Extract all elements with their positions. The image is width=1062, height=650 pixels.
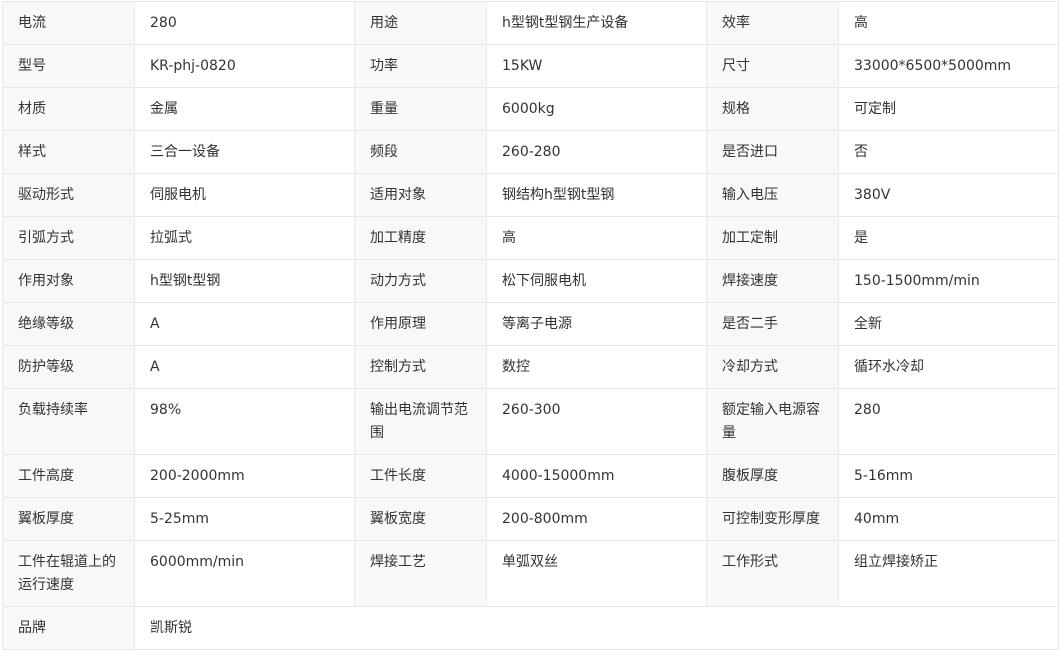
spec-value: 松下伺服电机 [486, 259, 707, 303]
spec-label: 腹板厚度 [706, 454, 839, 498]
spec-label: 焊接速度 [706, 259, 839, 303]
spec-row: 防护等级 A 控制方式 数控 冷却方式 循环水冷却 [2, 345, 1059, 389]
spec-label: 工件高度 [2, 454, 135, 498]
spec-label: 尺寸 [706, 44, 839, 88]
spec-label: 翼板宽度 [354, 497, 487, 541]
spec-row: 品牌 凯斯锐 [2, 606, 1059, 650]
spec-label: 作用对象 [2, 259, 135, 303]
spec-row: 绝缘等级 A 作用原理 等离子电源 是否二手 全新 [2, 302, 1059, 346]
spec-value: 数控 [486, 345, 707, 389]
spec-label: 材质 [2, 87, 135, 131]
spec-value: 凯斯锐 [134, 606, 1059, 650]
spec-label: 是否二手 [706, 302, 839, 346]
spec-label: 适用对象 [354, 173, 487, 217]
spec-label: 效率 [706, 1, 839, 45]
spec-value: 200-800mm [486, 497, 707, 541]
spec-value: 高 [838, 1, 1059, 45]
spec-value: 15KW [486, 44, 707, 88]
spec-label: 工件长度 [354, 454, 487, 498]
spec-label: 驱动形式 [2, 173, 135, 217]
spec-label: 焊接工艺 [354, 540, 487, 607]
spec-value: 200-2000mm [134, 454, 355, 498]
spec-table: 电流 280 用途 h型钢t型钢生产设备 效率高型号 KR-phj-0820 功率 15KW 尺… [2, 1, 1059, 650]
spec-label: 频段 [354, 130, 487, 174]
spec-label: 防护等级 [2, 345, 135, 389]
spec-value: 等离子电源 [486, 302, 707, 346]
spec-value: 金属 [134, 87, 355, 131]
spec-value: 三合一设备 [134, 130, 355, 174]
spec-row: 工件在辊道上的运行速度 6000mm/min 焊接工艺 单弧双丝 工作形式 组立焊接矫正 [2, 540, 1059, 607]
spec-table-body: 电流 280 用途 h型钢t型钢生产设备 效率高型号 KR-phj-0820 功率 15KW 尺… [2, 1, 1059, 650]
spec-value: 5-16mm [838, 454, 1059, 498]
spec-row: 负载持续率 98% 输出电流调节范围 260-300 额定输入电源容量 280 [2, 388, 1059, 455]
spec-label: 引弧方式 [2, 216, 135, 260]
spec-value: 280 [134, 1, 355, 45]
spec-label: 冷却方式 [706, 345, 839, 389]
spec-row: 型号 KR-phj-0820 功率 15KW 尺寸 33000*6500*5000mm [2, 44, 1059, 88]
spec-value: 单弧双丝 [486, 540, 707, 607]
spec-value: 高 [486, 216, 707, 260]
spec-label: 加工精度 [354, 216, 487, 260]
spec-value: 33000*6500*5000mm [838, 44, 1059, 88]
spec-value: 380V [838, 173, 1059, 217]
spec-label: 规格 [706, 87, 839, 131]
spec-row: 翼板厚度 5-25mm 翼板宽度 200-800mm 可控制变形厚度 40mm [2, 497, 1059, 541]
spec-label: 输入电压 [706, 173, 839, 217]
spec-value: 6000mm/min [134, 540, 355, 607]
spec-value: 伺服电机 [134, 173, 355, 217]
spec-row: 材质 金属 重量 6000kg 规格 可定制 [2, 87, 1059, 131]
spec-value: 280 [838, 388, 1059, 455]
spec-label: 型号 [2, 44, 135, 88]
spec-row: 引弧方式 拉弧式 加工精度高加工定制是 [2, 216, 1059, 260]
spec-label: 重量 [354, 87, 487, 131]
spec-row: 工件高度 200-2000mm 工件长度 4000-15000mm 腹板厚度 5-16mm [2, 454, 1059, 498]
spec-value: 260-300 [486, 388, 707, 455]
spec-label: 动力方式 [354, 259, 487, 303]
spec-value: 260-280 [486, 130, 707, 174]
spec-value: 4000-15000mm [486, 454, 707, 498]
spec-row: 驱动形式 伺服电机 适用对象 钢结构h型钢t型钢 输入电压 380V [2, 173, 1059, 217]
spec-label: 负载持续率 [2, 388, 135, 455]
spec-label: 可控制变形厚度 [706, 497, 839, 541]
spec-value: KR-phj-0820 [134, 44, 355, 88]
spec-value: 98% [134, 388, 355, 455]
spec-label: 绝缘等级 [2, 302, 135, 346]
spec-label: 用途 [354, 1, 487, 45]
spec-row: 电流 280 用途 h型钢t型钢生产设备 效率高 [2, 1, 1059, 45]
spec-row: 作用对象 h型钢t型钢 动力方式 松下伺服电机 焊接速度 150-1500mm/min [2, 259, 1059, 303]
spec-value: 6000kg [486, 87, 707, 131]
spec-value: 拉弧式 [134, 216, 355, 260]
spec-label: 翼板厚度 [2, 497, 135, 541]
spec-label: 输出电流调节范围 [354, 388, 487, 455]
spec-label: 是否进口 [706, 130, 839, 174]
spec-value: 40mm [838, 497, 1059, 541]
spec-value: 150-1500mm/min [838, 259, 1059, 303]
spec-value: 5-25mm [134, 497, 355, 541]
spec-value: h型钢t型钢 [134, 259, 355, 303]
spec-value: 循环水冷却 [838, 345, 1059, 389]
spec-label: 作用原理 [354, 302, 487, 346]
spec-value: 否 [838, 130, 1059, 174]
spec-row: 样式 三合一设备 频段 260-280 是否进口否 [2, 130, 1059, 174]
spec-value: A [134, 302, 355, 346]
spec-label: 电流 [2, 1, 135, 45]
spec-label: 功率 [354, 44, 487, 88]
spec-value: 是 [838, 216, 1059, 260]
spec-value: 可定制 [838, 87, 1059, 131]
spec-value: 组立焊接矫正 [838, 540, 1059, 607]
spec-value: 钢结构h型钢t型钢 [486, 173, 707, 217]
spec-value: A [134, 345, 355, 389]
spec-label: 工作形式 [706, 540, 839, 607]
spec-label: 品牌 [2, 606, 135, 650]
spec-label: 加工定制 [706, 216, 839, 260]
spec-label: 额定输入电源容量 [706, 388, 839, 455]
spec-value: h型钢t型钢生产设备 [486, 1, 707, 45]
spec-label: 样式 [2, 130, 135, 174]
spec-value: 全新 [838, 302, 1059, 346]
spec-label: 工件在辊道上的运行速度 [2, 540, 135, 607]
spec-label: 控制方式 [354, 345, 487, 389]
